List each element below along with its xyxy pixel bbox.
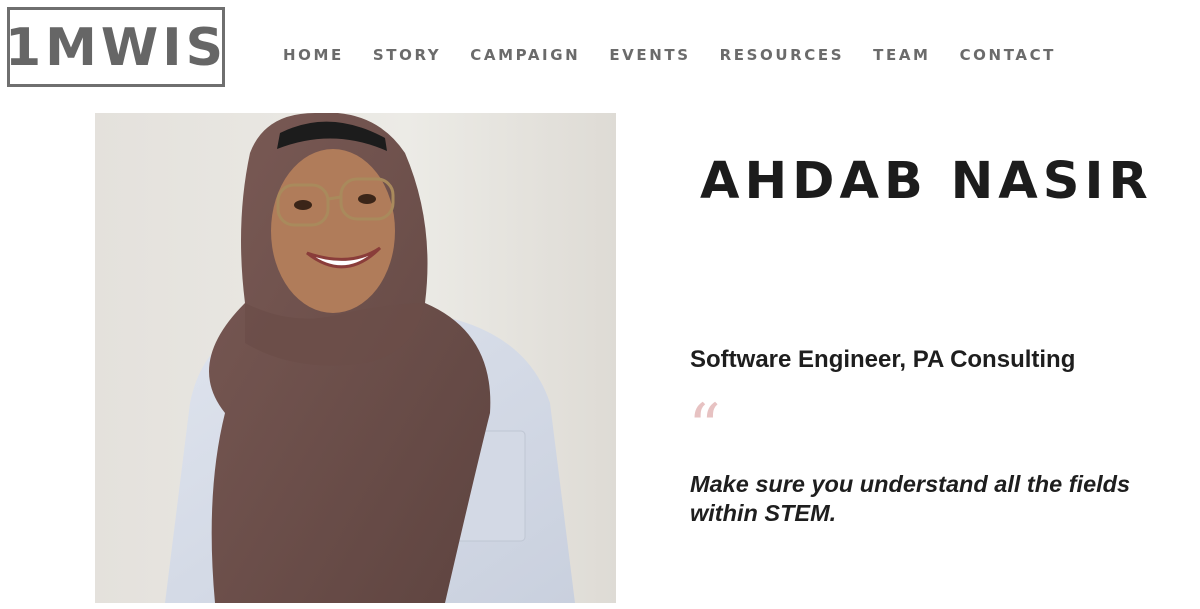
nav-team[interactable]: TEAM xyxy=(873,46,930,64)
nav-campaign[interactable]: CAMPAIGN xyxy=(470,46,580,64)
nav-story[interactable]: STORY xyxy=(373,46,441,64)
nav-events[interactable]: EVENTS xyxy=(609,46,690,64)
profile-photo xyxy=(95,113,616,603)
profile-quote: Make sure you understand all the fields … xyxy=(690,471,1131,526)
quote-icon: “ xyxy=(688,391,721,465)
nav-home[interactable]: HOME xyxy=(283,46,344,64)
main-nav: HOME STORY CAMPAIGN EVENTS RESOURCES TEA… xyxy=(283,46,1085,64)
nav-contact[interactable]: CONTACT xyxy=(960,46,1056,64)
site-logo[interactable]: 1MWIS xyxy=(4,7,228,87)
nav-resources[interactable]: RESOURCES xyxy=(720,46,845,64)
profile-name: AHDAB NASIR xyxy=(700,152,1153,211)
logo-text: 1MWIS xyxy=(4,18,228,78)
profile-role: Software Engineer, PA Consulting xyxy=(690,346,1076,373)
